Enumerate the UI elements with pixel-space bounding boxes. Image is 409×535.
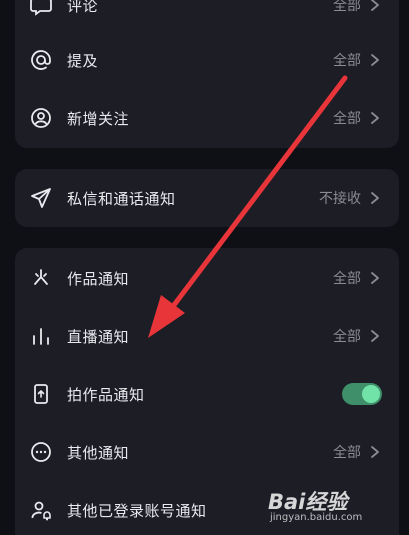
- row-other-accounts-label: 其他已登录账号通知: [67, 501, 207, 520]
- row-shoot[interactable]: 拍作品通知: [15, 365, 399, 423]
- row-live-label: 直播通知: [67, 327, 130, 346]
- row-new-followers-value: 全部: [333, 111, 361, 127]
- toggle-knob: [362, 385, 380, 403]
- row-messages-calls-label: 私信和通话通知: [67, 189, 176, 208]
- row-other[interactable]: 其他通知 全部: [15, 423, 399, 481]
- chevron-right-icon: [371, 192, 379, 204]
- row-comments-value: 全部: [333, 0, 361, 14]
- shoot-notification-toggle[interactable]: [342, 383, 382, 405]
- chevron-right-icon: [371, 330, 379, 342]
- chevron-right-icon: [371, 446, 379, 458]
- sparkle-icon: [28, 265, 54, 291]
- row-new-followers[interactable]: 新增关注 全部: [15, 89, 399, 147]
- row-comments-label: 评论: [67, 0, 99, 15]
- row-comments[interactable]: 评论 全部: [15, 0, 399, 34]
- chevron-right-icon: [371, 272, 379, 284]
- row-messages-calls[interactable]: 私信和通话通知 不接收: [15, 169, 399, 227]
- row-other-value: 全部: [333, 445, 361, 461]
- row-works-label: 作品通知: [67, 269, 130, 288]
- notification-settings-screen: 评论 全部 提及 全部 新增关注 全部 私信和通话通知 不接收 作品通知 全部 …: [0, 0, 409, 535]
- user-bell-icon: [28, 497, 54, 523]
- row-other-label: 其他通知: [67, 443, 130, 462]
- row-new-followers-label: 新增关注: [67, 109, 130, 128]
- bar-chart-icon: [28, 323, 54, 349]
- content-notifications-card: 作品通知 全部 直播通知 全部 拍作品通知 其他通知 全部 其他已登录账号通知: [15, 248, 399, 535]
- row-works-value: 全部: [333, 271, 361, 287]
- chevron-right-icon: [371, 54, 379, 66]
- row-mentions-value: 全部: [333, 53, 361, 69]
- row-works[interactable]: 作品通知 全部: [15, 249, 399, 307]
- chevron-right-icon: [371, 112, 379, 124]
- row-shoot-label: 拍作品通知: [67, 385, 145, 404]
- comment-icon: [28, 0, 54, 18]
- row-other-accounts[interactable]: 其他已登录账号通知: [15, 481, 399, 535]
- phone-upload-icon: [28, 381, 54, 407]
- row-messages-calls-value: 不接收: [319, 191, 361, 207]
- row-live-value: 全部: [333, 329, 361, 345]
- messages-card: 私信和通话通知 不接收: [15, 169, 399, 227]
- interaction-notifications-card: 评论 全部 提及 全部 新增关注 全部: [15, 0, 399, 148]
- more-circle-icon: [28, 439, 54, 465]
- user-circle-icon: [28, 105, 54, 131]
- at-sign-icon: [28, 47, 54, 73]
- send-icon: [28, 185, 54, 211]
- chevron-right-icon: [371, 0, 379, 11]
- row-live[interactable]: 直播通知 全部: [15, 307, 399, 365]
- row-mentions[interactable]: 提及 全部: [15, 31, 399, 89]
- row-mentions-label: 提及: [67, 51, 99, 70]
